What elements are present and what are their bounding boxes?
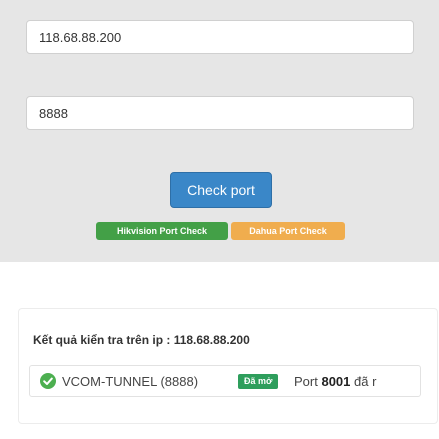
result-title: Kết quả kiển tra trên ip : 118.68.88.200 (33, 333, 250, 347)
ip-address-input[interactable] (26, 20, 414, 54)
port-suffix: đã r (350, 374, 377, 389)
hikvision-port-check-button[interactable]: Hikvision Port Check (96, 222, 228, 240)
port-input[interactable] (26, 96, 414, 130)
check-circle-icon (40, 373, 56, 389)
result-row: VCOM-TUNNEL (8888) Đã mở Port 8001 đã r (29, 365, 421, 397)
port-check-form: Check port Hikvision Port Check Dahua Po… (0, 0, 439, 262)
port-number: 8001 (321, 374, 351, 389)
port-status-text: Port 8001 đã r (294, 374, 376, 389)
dahua-port-check-button[interactable]: Dahua Port Check (231, 222, 345, 240)
check-port-button[interactable]: Check port (170, 172, 272, 208)
port-prefix: Port (294, 374, 322, 389)
result-panel: Kết quả kiển tra trên ip : 118.68.88.200… (18, 308, 438, 424)
status-badge: Đã mở (238, 374, 279, 389)
service-label: VCOM-TUNNEL (8888) (62, 374, 199, 389)
